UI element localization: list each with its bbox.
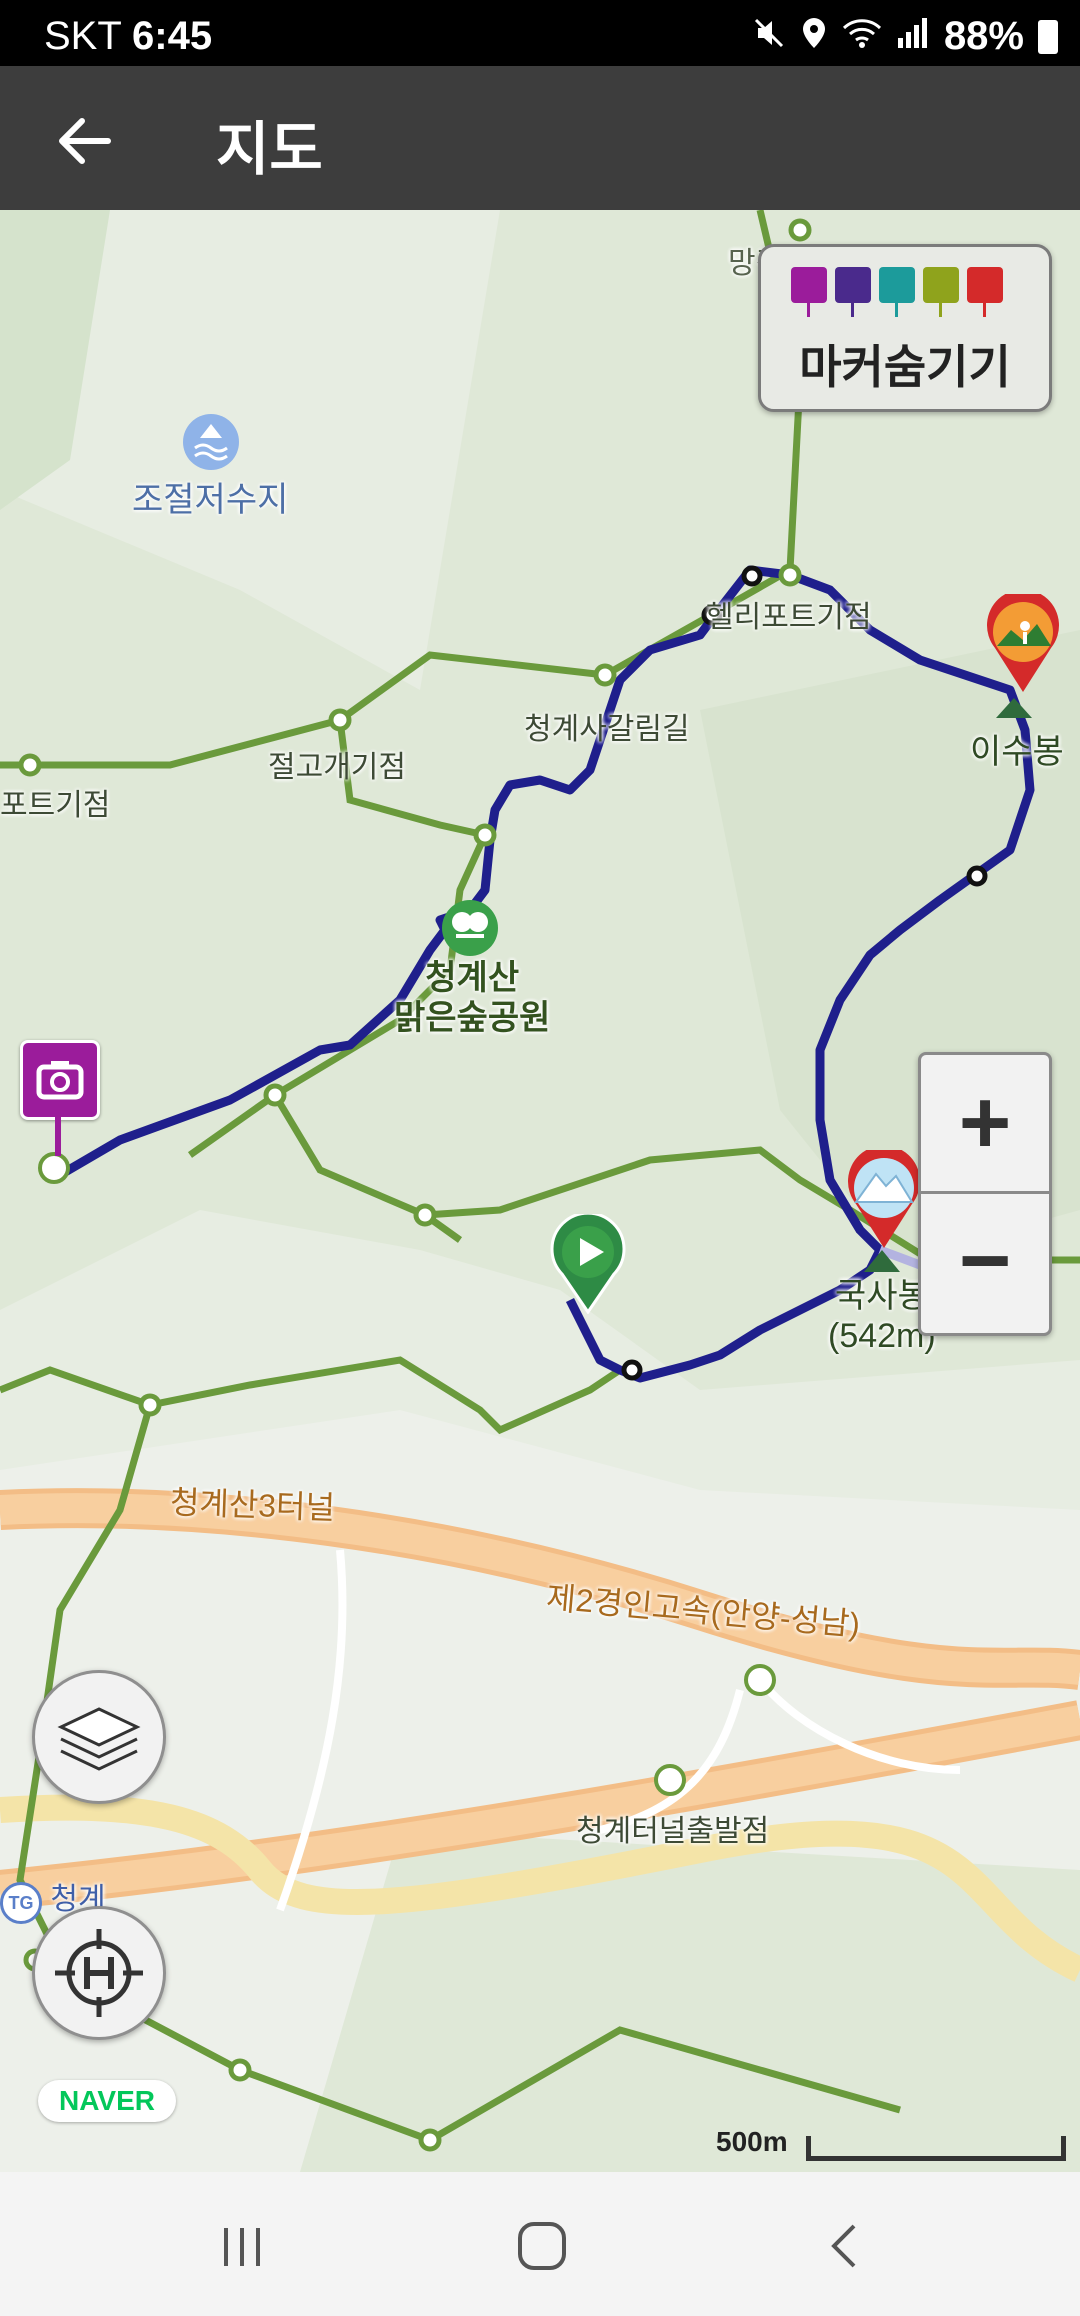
- park-label: 청계산 맑은숲공원: [394, 959, 551, 1037]
- home-icon: [518, 2222, 566, 2270]
- reservoir-label: 조절저수지: [132, 481, 289, 519]
- locate-button[interactable]: [32, 1906, 166, 2040]
- pass-label: 절고개기점: [268, 751, 406, 784]
- locate-heading-icon: [55, 1929, 143, 2017]
- zoom-in-button[interactable]: +: [921, 1055, 1049, 1194]
- marker-type-icons: [791, 267, 1003, 317]
- zoom-controls: + −: [918, 1052, 1052, 1336]
- play-icon: [550, 1214, 626, 1314]
- tunnel-label: 청계산3터널: [169, 1484, 336, 1526]
- arrow-left-icon: [59, 118, 111, 164]
- signal-icon: [898, 18, 927, 48]
- recent-apps-icon: [224, 2228, 260, 2266]
- scale-label: 500m: [716, 2126, 788, 2157]
- system-back-button[interactable]: [816, 2216, 876, 2276]
- photo-marker-stem: [55, 1116, 61, 1156]
- location-icon: [803, 18, 825, 48]
- status-time: 6:45: [132, 14, 213, 58]
- tunnel-exit-label: 청계터널출발점: [576, 1815, 770, 1848]
- heliport-label: 헬리포트기점: [706, 601, 872, 634]
- status-bar: SKT 6:45 88%: [0, 0, 1080, 66]
- camera-marker-icon: [791, 267, 827, 317]
- guksabong-marker[interactable]: [846, 1150, 922, 1250]
- temple-junction-label: 청계사갈림길: [524, 713, 690, 746]
- voice-marker-icon: [879, 267, 915, 317]
- heliport-west-label: 포트기점: [0, 789, 111, 822]
- back-button[interactable]: [50, 106, 120, 176]
- recent-apps-button[interactable]: [212, 2216, 272, 2276]
- home-button[interactable]: [512, 2216, 572, 2276]
- summit-photo-icon: [848, 1150, 920, 1248]
- wifi-icon: [842, 19, 882, 48]
- marker-hide-button[interactable]: 마커숨기기: [758, 244, 1052, 412]
- camera-icon: [36, 1061, 84, 1100]
- naver-logo: NAVER: [38, 2080, 176, 2122]
- system-nav-bar: [0, 2172, 1080, 2316]
- tg-badge-icon: TG: [0, 1882, 42, 1924]
- app-bar: 지도: [0, 66, 1080, 210]
- photo-marker[interactable]: [20, 1040, 100, 1120]
- carrier-label: SKT: [44, 14, 122, 58]
- layers-icon: [57, 1707, 141, 1771]
- flag-marker-icon: [967, 267, 1003, 317]
- marker-hide-label: 마커숨기기: [799, 341, 1011, 393]
- page-title: 지도: [216, 117, 323, 182]
- chevron-left-icon: [831, 2224, 856, 2268]
- isubong-marker[interactable]: [985, 594, 1061, 694]
- start-marker[interactable]: [550, 1214, 626, 1314]
- scale-bar: [806, 2136, 1066, 2161]
- peak-isubong-label: 이수봉: [970, 733, 1064, 771]
- memo-marker-icon: [923, 267, 959, 317]
- battery-icon: [1038, 20, 1058, 54]
- battery-level: 88%: [943, 14, 1024, 58]
- hiker-photo-icon: [987, 594, 1059, 692]
- video-marker-icon: [835, 267, 871, 317]
- mute-icon: [754, 18, 784, 48]
- zoom-out-button[interactable]: −: [921, 1193, 1049, 1329]
- status-icons: [752, 16, 930, 50]
- layers-button[interactable]: [32, 1670, 166, 1804]
